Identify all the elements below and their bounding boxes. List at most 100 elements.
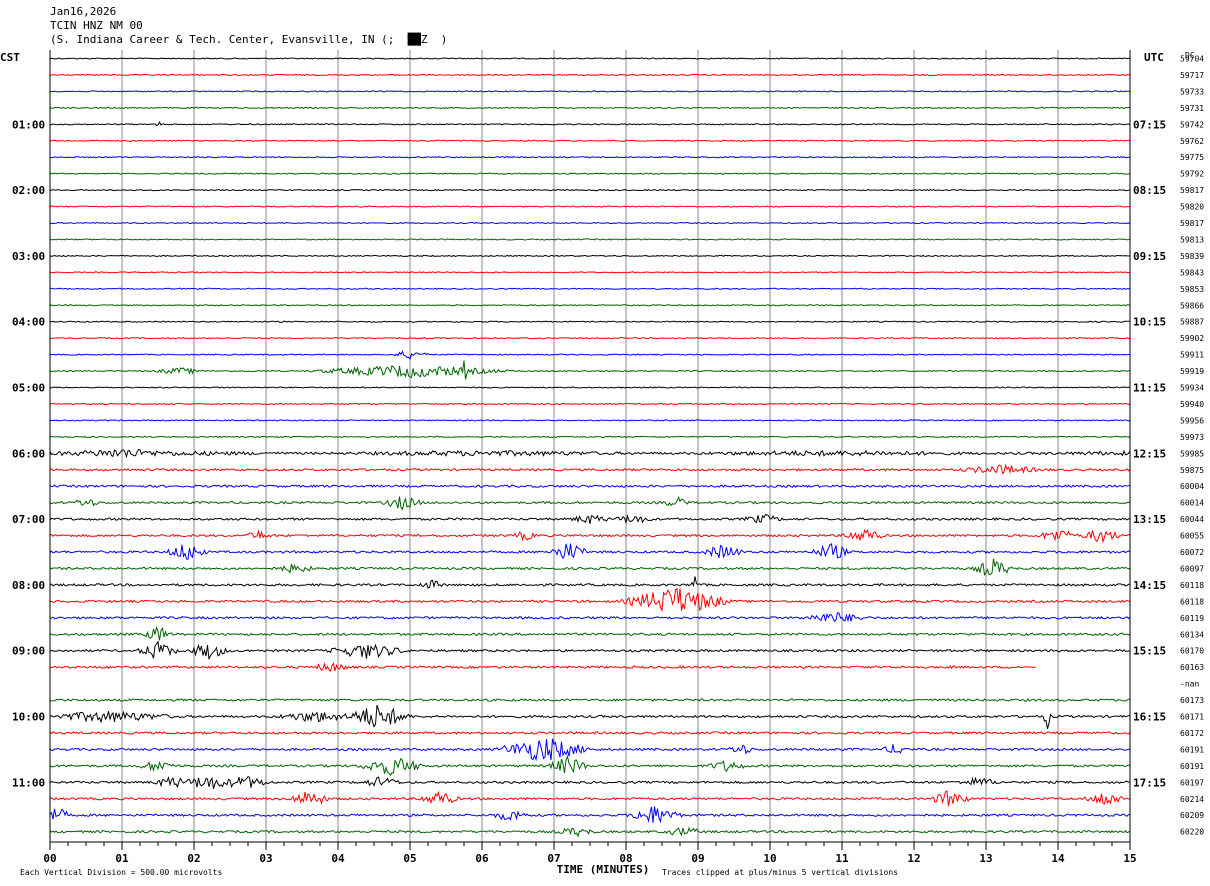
trace-row xyxy=(49,238,1131,241)
x-tick-label: 05 xyxy=(403,852,416,865)
seismogram-plot: 00 01 02 03 04 05 06 07 08 09 10 11 12 13 14 15CST UTC DC… xyxy=(0,50,1204,877)
trace-row xyxy=(49,205,1131,208)
trace-row xyxy=(49,704,1130,730)
trace-row xyxy=(49,698,1131,702)
trace-row xyxy=(49,188,1131,192)
left-timezone-label: CST xyxy=(0,51,20,64)
dc-value: 60119 xyxy=(1180,614,1204,623)
x-tick-label: 10 xyxy=(763,852,776,865)
dc-value: 59902 xyxy=(1180,334,1204,343)
right-hour-label: 07:15 xyxy=(1133,118,1166,131)
dc-value: 59956 xyxy=(1180,416,1204,425)
trace-row xyxy=(49,495,1131,511)
dc-value: 59731 xyxy=(1180,104,1204,113)
dc-value: 59911 xyxy=(1180,351,1204,360)
left-hour-label: 03:00 xyxy=(12,250,45,263)
x-tick-label: 12 xyxy=(907,852,920,865)
left-hour-label: 02:00 xyxy=(12,184,45,197)
x-tick-label: 03 xyxy=(259,852,272,865)
right-hour-label: 12:15 xyxy=(1133,447,1166,460)
trace-row xyxy=(49,172,1131,175)
trace-row xyxy=(49,350,1131,361)
dc-value: 60163 xyxy=(1180,663,1204,672)
trace-row xyxy=(49,435,1131,439)
dc-value: 60191 xyxy=(1180,762,1204,771)
trace-row xyxy=(49,790,1131,807)
grid xyxy=(121,50,1059,842)
trace-row xyxy=(49,528,1131,544)
footer-clip-note: Traces clipped at plus/minus 5 vertical … xyxy=(662,868,898,877)
right-hour-label: 14:15 xyxy=(1133,579,1166,592)
dc-value: 59762 xyxy=(1180,137,1204,146)
dc-value: 60214 xyxy=(1180,795,1204,804)
labels: 00 01 02 03 04 05 06 07 08 09 10 11 12 13 14 15CST UTC DC… xyxy=(0,51,1204,877)
dc-value: 60134 xyxy=(1180,630,1204,639)
x-tick-label: 11 xyxy=(835,852,849,865)
trace-row xyxy=(49,543,1131,560)
trace-row xyxy=(49,662,1036,672)
dc-value: 59887 xyxy=(1180,318,1204,327)
trace-row xyxy=(49,360,1130,380)
x-tick-label: 15 xyxy=(1123,852,1136,865)
dc-value: 59919 xyxy=(1180,367,1204,376)
trace-row xyxy=(50,587,1131,613)
trace-row xyxy=(49,254,1131,258)
right-hour-label: 10:15 xyxy=(1133,316,1166,329)
x-tick-label: 09 xyxy=(691,852,704,865)
dc-value: 60172 xyxy=(1180,729,1204,738)
dc-value: 60171 xyxy=(1180,713,1204,722)
dc-value: 60014 xyxy=(1180,499,1204,508)
dc-value: 59717 xyxy=(1180,71,1204,80)
trace-row xyxy=(49,121,1131,127)
dc-value: 59985 xyxy=(1180,449,1204,458)
trace-row xyxy=(50,90,1131,93)
dc-value: 60209 xyxy=(1180,811,1204,820)
dc-value: 60191 xyxy=(1180,745,1204,754)
left-hour-label: 10:00 xyxy=(12,711,45,724)
dc-value: 60118 xyxy=(1180,581,1204,590)
dc-value: 60118 xyxy=(1180,597,1204,606)
x-tick-label: 14 xyxy=(1051,852,1065,865)
trace-row xyxy=(49,640,1131,660)
dc-value: 59742 xyxy=(1180,120,1204,129)
trace-row xyxy=(49,73,1131,77)
left-hour-label: 07:00 xyxy=(12,513,45,526)
trace-row xyxy=(49,139,1131,142)
trace-row xyxy=(49,612,1131,623)
trace-row xyxy=(49,514,1131,525)
dc-value: 59973 xyxy=(1180,433,1204,442)
dc-value: 59704 xyxy=(1180,55,1204,64)
dc-value: 60170 xyxy=(1180,647,1204,656)
x-tick-label: 00 xyxy=(43,852,56,865)
axes xyxy=(49,50,1131,850)
trace-row xyxy=(49,625,1131,641)
trace-row xyxy=(49,754,1131,776)
trace-row xyxy=(49,106,1131,110)
trace-row xyxy=(49,484,1131,489)
right-hour-label: 16:15 xyxy=(1133,711,1166,724)
trace-row xyxy=(49,806,1131,824)
trace-row xyxy=(49,776,1131,789)
dc-value: 59934 xyxy=(1180,384,1204,393)
dc-value: 59820 xyxy=(1180,203,1204,212)
right-hour-label: 17:15 xyxy=(1133,776,1166,789)
left-hour-label: 09:00 xyxy=(12,645,45,658)
dc-value: 59813 xyxy=(1180,235,1204,244)
trace-row xyxy=(49,826,1131,838)
x-axis-label: TIME (MINUTES) xyxy=(557,863,650,876)
dc-value: 59839 xyxy=(1180,252,1204,261)
trace-row xyxy=(49,449,1131,459)
x-tick-label: 04 xyxy=(331,852,345,865)
dc-value: -nan xyxy=(1180,680,1199,689)
trace-row xyxy=(49,320,1131,323)
dc-value: 60097 xyxy=(1180,564,1204,573)
dc-value: 59866 xyxy=(1180,301,1204,310)
right-hour-label: 15:15 xyxy=(1133,645,1166,658)
footer-scale-note: Each Vertical Division = 500.00 microvol… xyxy=(20,868,222,877)
trace-row xyxy=(49,304,1131,307)
left-hour-label: 06:00 xyxy=(12,447,45,460)
dc-value: 60044 xyxy=(1180,515,1204,524)
trace-row xyxy=(49,57,1131,60)
right-hour-label: 08:15 xyxy=(1133,184,1166,197)
dc-value: 59817 xyxy=(1180,186,1204,195)
